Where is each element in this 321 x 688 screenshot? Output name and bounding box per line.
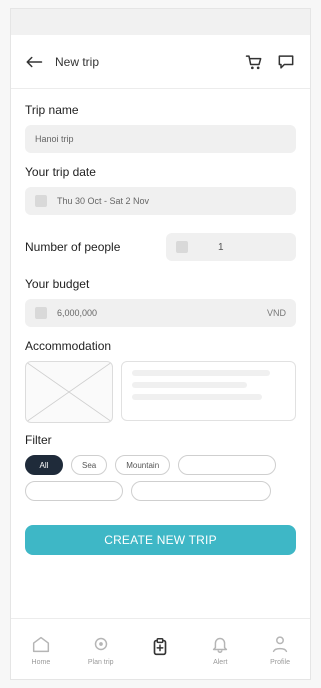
bottom-navigation: Home Plan trip Alert Profile xyxy=(11,618,310,679)
new-trip-form: Trip name Hanoi trip Your trip date Thu … xyxy=(11,89,310,555)
trip-name-label: Trip name xyxy=(25,103,79,117)
filter-chips: All Sea Mountain xyxy=(25,455,296,501)
gear-icon xyxy=(94,637,107,650)
people-stepper[interactable]: 1 xyxy=(166,233,296,261)
filter-chip-sea[interactable]: Sea xyxy=(71,455,108,475)
text-line xyxy=(132,370,270,376)
calendar-icon xyxy=(35,195,47,207)
nav-profile-label: Profile xyxy=(270,658,290,666)
trip-date-field[interactable]: Thu 30 Oct - Sat 2 Nov xyxy=(25,187,296,215)
budget-label: Your budget xyxy=(25,277,90,291)
nav-alerts-label: Alert xyxy=(213,658,228,666)
nav-create[interactable] xyxy=(135,636,185,662)
filter-label: Filter xyxy=(25,433,52,447)
budget-value: 6,000,000 xyxy=(57,308,98,318)
image-placeholder-icon xyxy=(26,362,112,422)
accommodation-details xyxy=(121,361,296,421)
wallet-icon xyxy=(35,307,47,319)
arrow-left-icon[interactable] xyxy=(25,55,43,69)
budget-currency: VND xyxy=(266,308,286,318)
trip-name-value: Hanoi trip xyxy=(35,134,74,144)
trip-name-input[interactable]: Hanoi trip xyxy=(25,125,296,153)
people-value: 1 xyxy=(218,241,224,253)
app-header: New trip xyxy=(11,35,310,89)
trip-date-value: Thu 30 Oct - Sat 2 Nov xyxy=(57,196,150,206)
page-title: New trip xyxy=(55,54,100,69)
bell-icon xyxy=(213,637,228,653)
nav-home[interactable]: Home xyxy=(16,633,66,666)
home-icon xyxy=(32,636,49,652)
person-icon xyxy=(176,241,188,253)
trip-date-label: Your trip date xyxy=(25,165,96,179)
chat-icon[interactable] xyxy=(276,52,296,72)
text-line xyxy=(132,394,263,400)
cart-icon[interactable] xyxy=(244,52,264,72)
filter-chip-mountain[interactable]: Mountain xyxy=(115,455,171,475)
nav-plan[interactable]: Plan trip xyxy=(76,633,126,666)
filter-chip-empty[interactable] xyxy=(131,481,271,501)
image-placeholder xyxy=(25,361,113,423)
accommodation-card[interactable] xyxy=(25,361,296,423)
nav-plan-label: Plan trip xyxy=(87,658,114,666)
header-actions xyxy=(244,52,296,72)
filter-chip-empty[interactable] xyxy=(178,455,277,475)
user-icon xyxy=(272,635,288,652)
budget-input[interactable]: 6,000,000 VND xyxy=(25,299,296,327)
people-row: Number of people 1 xyxy=(25,233,296,261)
status-bar xyxy=(11,9,310,35)
accommodation-label: Accommodation xyxy=(25,339,112,353)
create-trip-button[interactable]: CREATE NEW TRIP xyxy=(25,525,296,555)
nav-profile[interactable]: Profile xyxy=(255,633,305,666)
filter-chip-all[interactable]: All xyxy=(25,455,63,475)
nav-home-label: Home xyxy=(31,658,51,666)
phone-frame: New trip Trip name Hanoi trip Your trip … xyxy=(10,8,311,680)
filter-chip-empty[interactable] xyxy=(25,481,123,501)
clipboard-icon xyxy=(154,638,167,656)
people-label: Number of people xyxy=(25,240,121,254)
nav-alerts[interactable]: Alert xyxy=(195,633,245,666)
text-line xyxy=(132,382,247,388)
